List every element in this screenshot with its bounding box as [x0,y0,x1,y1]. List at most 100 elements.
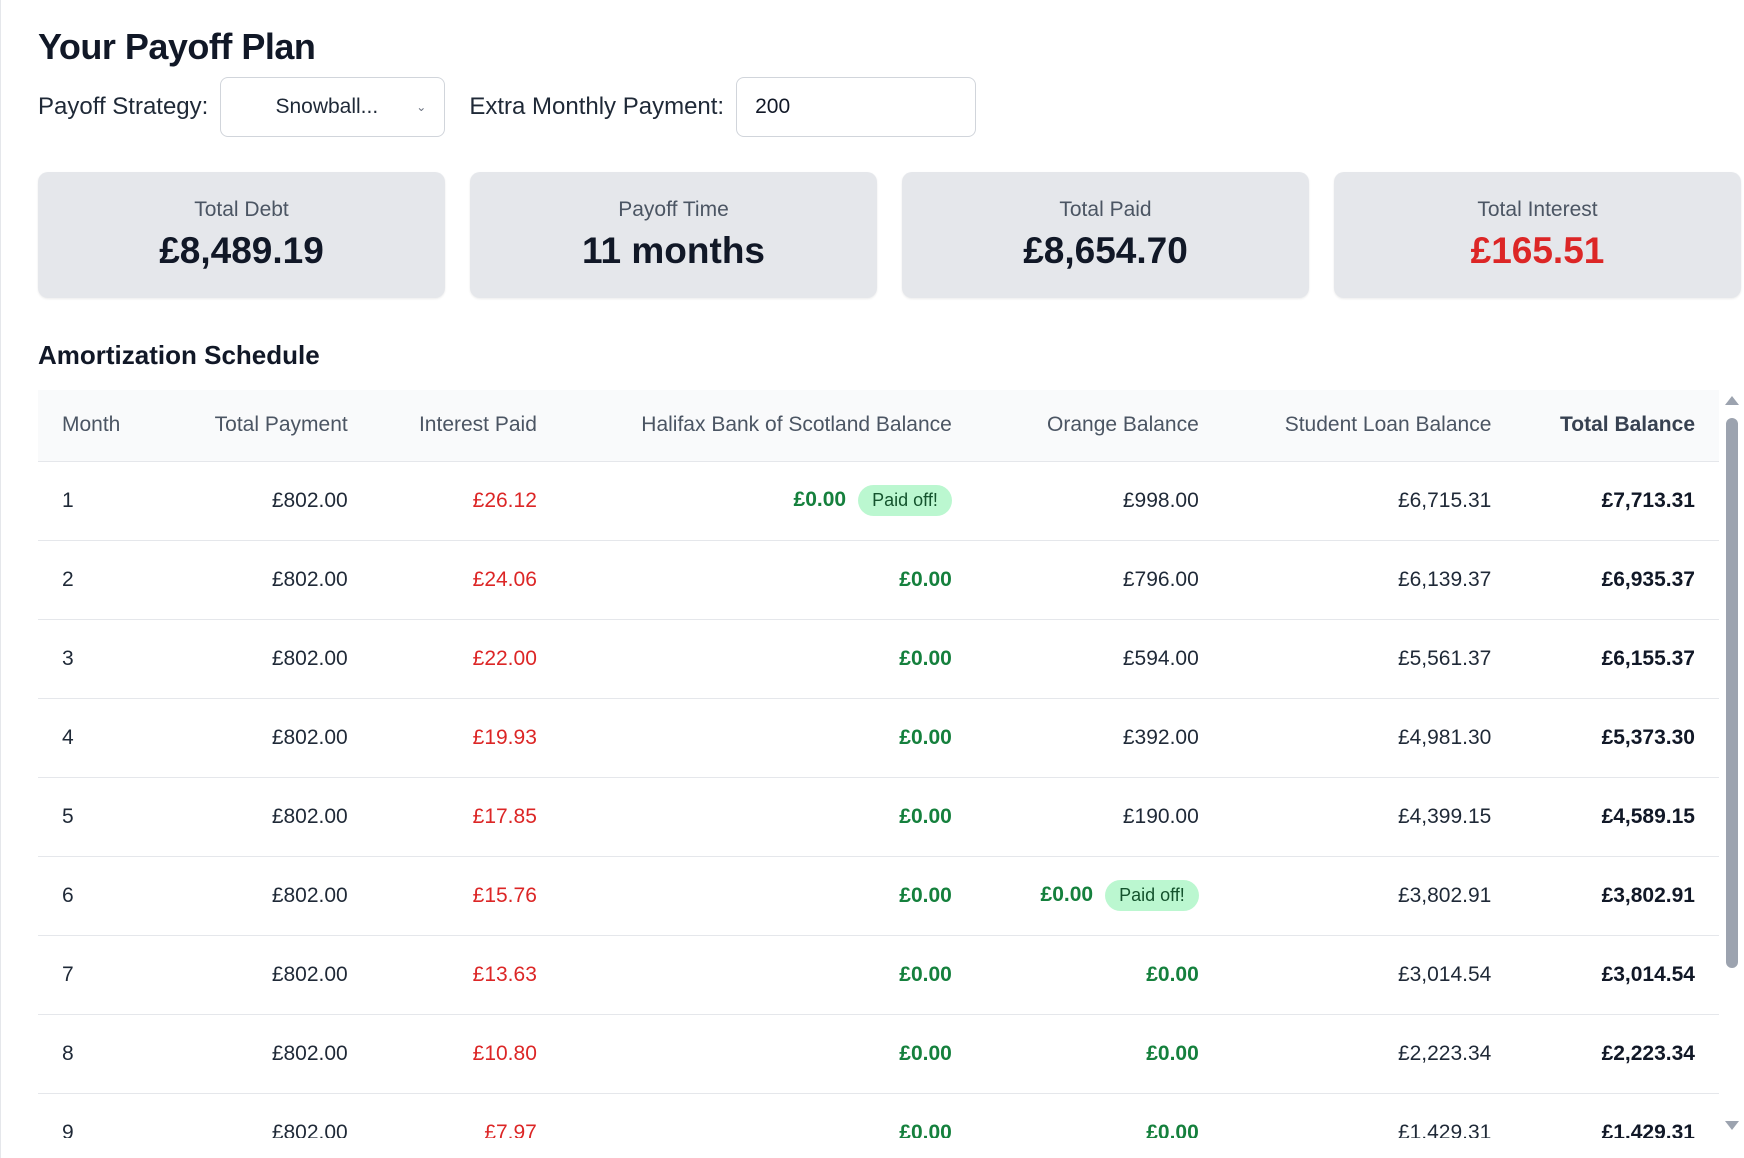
cell-interest-paid: £26.12 [472,488,537,512]
zero-balance-value: £0.00 [899,725,952,749]
summary-label: Payoff Time [618,198,729,221]
cell-month: 1 [62,488,74,512]
cell-total-payment: £802.00 [271,1120,348,1139]
cell-halifax-balance: £0.00 [561,698,976,777]
orange-balance-value: £594.00 [1122,646,1199,670]
summary-card-total-interest: Total Interest £165.51 [1334,172,1741,298]
summary-label: Total Paid [1059,198,1152,221]
scrollbar-thumb[interactable] [1726,418,1738,968]
column-header-student-loan-balance: Student Loan Balance [1284,413,1492,437]
scroll-up-arrow-icon[interactable] [1725,396,1739,405]
orange-balance-value: £0.00 [1146,1120,1199,1139]
summary-cards: Total Debt £8,489.19 Payoff Time 11 mont… [38,172,1741,298]
plan-controls: Payoff Strategy: Snowball... ⌄ Extra Mon… [38,77,977,137]
schedule-table-container[interactable]: Month Total Payment Interest Paid Halifa… [38,390,1719,1138]
cell-student-loan-balance: £5,561.37 [1397,646,1492,670]
zero-balance-value: £0.00 [899,962,952,986]
cell-interest-paid: £24.06 [472,567,537,591]
cell-total-balance: £6,935.37 [1601,567,1695,591]
summary-label: Total Interest [1477,198,1598,221]
cell-halifax-balance: £0.00 [561,619,976,698]
scroll-down-arrow-icon[interactable] [1725,1121,1739,1130]
column-header-orange-balance: Orange Balance [1047,413,1199,437]
cell-month: 5 [62,804,74,828]
cell-total-payment: £802.00 [271,1041,348,1065]
cell-orange-balance: £0.00 Paid off! [976,856,1223,935]
cell-orange-balance: £392.00 [976,698,1223,777]
orange-balance-value: £0.00 [1146,962,1199,986]
table-row: 3 £802.00 £22.00 £0.00 £594.00 £5,561.37 £6,15… [38,619,1719,698]
orange-balance-value: £0.00 [1040,883,1094,907]
table-row: 6 £802.00 £15.76 £0.00 £0.00 Paid off! £3,802.… [38,856,1719,935]
schedule-title: Amortization Schedule [38,340,320,370]
table-body: 1 £802.00 £26.12 £0.00 Paid off! £998.00 £6,71… [38,461,1719,1138]
cell-total-balance: £1,429.31 [1601,1120,1695,1139]
summary-value: £165.51 [1470,230,1605,271]
cell-month: 6 [62,883,74,907]
amortization-table: Month Total Payment Interest Paid Halifa… [38,390,1719,1138]
cell-total-balance: £2,223.34 [1601,1041,1695,1065]
zero-balance-value: £0.00 [899,646,952,670]
cell-total-payment: £802.00 [271,488,348,512]
cell-month: 7 [62,962,74,986]
orange-balance-value: £392.00 [1122,725,1199,749]
column-header-interest-paid: Interest Paid [418,413,537,437]
summary-value: £8,489.19 [159,230,324,271]
cell-student-loan-balance: £2,223.34 [1397,1041,1492,1065]
cell-total-payment: £802.00 [271,883,348,907]
cell-orange-balance: £190.00 [976,777,1223,856]
summary-card-payoff-time: Payoff Time 11 months [470,172,877,298]
orange-balance-value: £796.00 [1122,567,1199,591]
column-header-halifax-balance: Halifax Bank of Scotland Balance [641,413,952,437]
cell-month: 3 [62,646,74,670]
cell-interest-paid: £19.93 [472,725,537,749]
summary-value: £8,654.70 [1023,230,1188,271]
zero-balance-value: £0.00 [899,1041,952,1065]
table-row: 4 £802.00 £19.93 £0.00 £392.00 £4,981.30 £5,37… [38,698,1719,777]
orange-balance-value: £0.00 [1146,1041,1199,1065]
cell-interest-paid: £13.63 [472,962,537,986]
table-row: 7 £802.00 £13.63 £0.00 £0.00 £3,014.54 £3,014.… [38,935,1719,1014]
cell-month: 2 [62,567,74,591]
table-row: 2 £802.00 £24.06 £0.00 £796.00 £6,139.37 £6,93… [38,540,1719,619]
chevron-down-icon: ⌄ [416,100,427,114]
cell-month: 9 [62,1120,74,1139]
column-header-total-balance: Total Balance [1560,413,1695,437]
cell-orange-balance: £0.00 [976,1014,1223,1093]
cell-student-loan-balance: £3,014.54 [1397,962,1492,986]
payoff-plan-page: Your Payoff Plan Payoff Strategy: Snowba… [0,0,1744,1158]
cell-halifax-balance: £0.00 [561,1014,976,1093]
cell-student-loan-balance: £4,399.15 [1397,804,1492,828]
cell-total-payment: £802.00 [271,646,348,670]
cell-month: 8 [62,1041,74,1065]
cell-total-balance: £3,802.91 [1601,883,1695,907]
cell-student-loan-balance: £4,981.30 [1397,725,1492,749]
strategy-select[interactable]: Snowball... ⌄ [220,77,446,137]
cell-orange-balance: £0.00 [976,1093,1223,1139]
table-row: 8 £802.00 £10.80 £0.00 £0.00 £2,223.34 £2,223.… [38,1014,1719,1093]
zero-balance-value: £0.00 [899,1120,952,1139]
cell-total-payment: £802.00 [271,725,348,749]
paid-off-badge: Paid off! [858,485,952,516]
zero-balance-value: £0.00 [899,883,952,907]
vertical-scrollbar[interactable] [1722,390,1742,1138]
paid-off-badge: Paid off! [1105,880,1199,911]
orange-balance-value: £998.00 [1122,488,1199,512]
cell-interest-paid: £15.76 [472,883,537,907]
cell-interest-paid: £17.85 [472,804,537,828]
cell-total-payment: £802.00 [271,567,348,591]
column-header-month: Month [62,413,121,437]
orange-balance-value: £190.00 [1122,804,1199,828]
cell-total-balance: £3,014.54 [1601,962,1695,986]
cell-student-loan-balance: £3,802.91 [1397,883,1492,907]
cell-student-loan-balance: £6,715.31 [1397,488,1492,512]
cell-halifax-balance: £0.00 [561,935,976,1014]
summary-card-total-paid: Total Paid £8,654.70 [902,172,1309,298]
cell-interest-paid: £22.00 [472,646,537,670]
cell-total-balance: £5,373.30 [1601,725,1695,749]
cell-orange-balance: £594.00 [976,619,1223,698]
cell-orange-balance: £998.00 [976,461,1223,540]
extra-payment-input[interactable] [736,77,977,137]
cell-total-balance: £6,155.37 [1601,646,1695,670]
cell-student-loan-balance: £1,429.31 [1397,1120,1492,1139]
